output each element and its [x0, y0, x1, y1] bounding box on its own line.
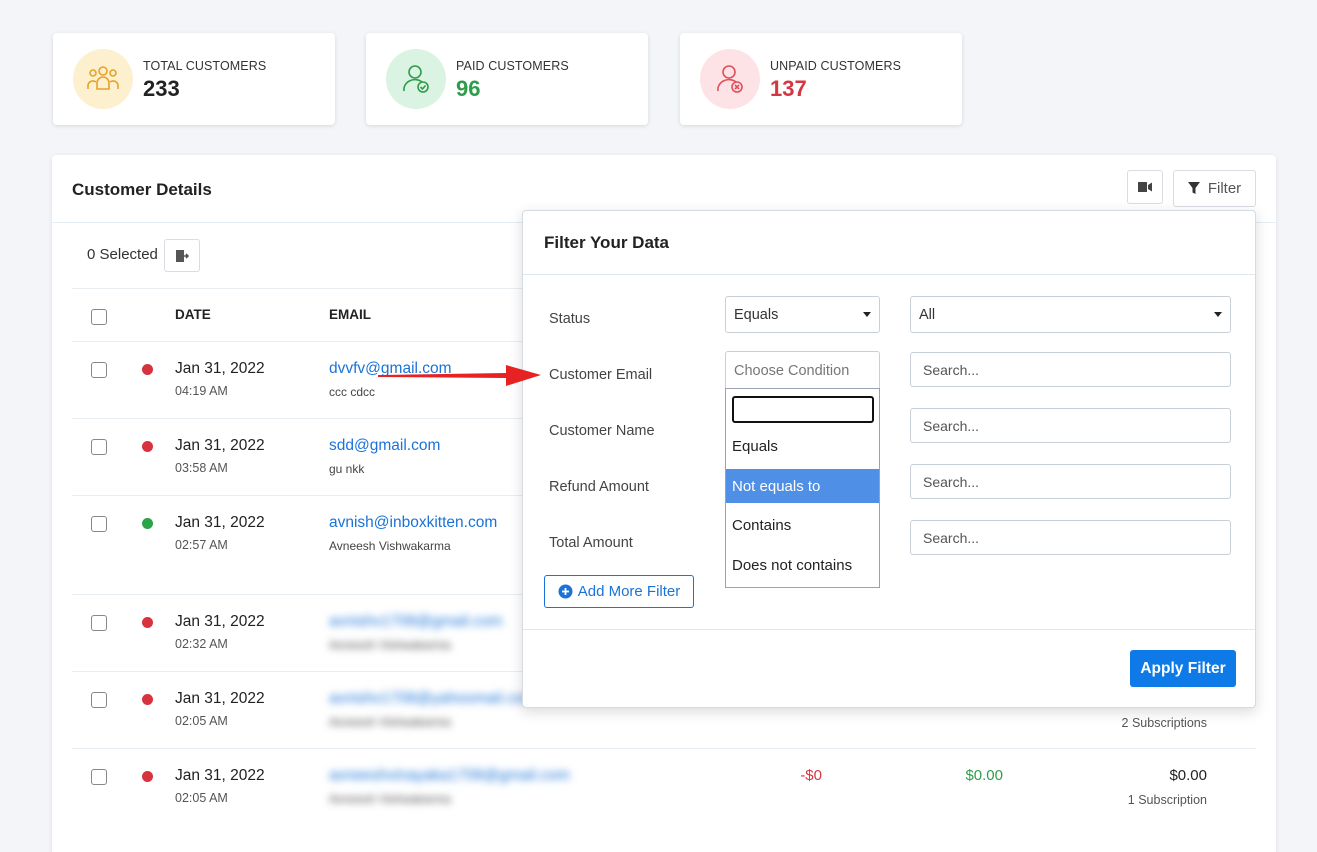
filter-label-status: Status — [549, 311, 591, 327]
row-time: 02:57 AM — [175, 538, 228, 552]
row-date: Jan 31, 2022 — [175, 514, 265, 531]
row-checkbox[interactable] — [91, 692, 107, 708]
selected-count: 0 Selected — [87, 246, 158, 263]
email-condition-select[interactable]: Choose Condition — [725, 351, 880, 389]
row-subscriptions: 1 Subscription — [1127, 793, 1207, 807]
row-name: gu nkk — [329, 462, 365, 476]
column-header-email: EMAIL — [329, 307, 371, 322]
export-icon — [176, 249, 189, 262]
row-date: Jan 31, 2022 — [175, 360, 265, 377]
row-email[interactable]: avnish@inboxkitten.com — [329, 514, 497, 532]
caret-down-icon — [863, 312, 871, 317]
dropdown-option-not-contains[interactable]: Does not contains — [726, 548, 879, 582]
row-checkbox[interactable] — [91, 769, 107, 785]
filter-label-name: Customer Name — [549, 423, 655, 439]
row-checkbox[interactable] — [91, 439, 107, 455]
status-dot — [142, 694, 153, 705]
annotation-arrow-icon — [378, 365, 541, 386]
filter-popover: Filter Your Data Status Equals All Custo… — [522, 210, 1256, 708]
email-condition-placeholder: Choose Condition — [734, 362, 850, 379]
row-name: Avneesh Vishwakarma — [329, 539, 451, 553]
row-name: Avneesh Vishwakarma — [329, 638, 451, 652]
row-name: Avneesh Vishwakarma — [329, 792, 451, 806]
row-email[interactable]: avnishv1708@gmail.com — [329, 613, 502, 631]
dropdown-option-not-equals[interactable]: Not equals to — [726, 469, 879, 503]
stat-card-unpaid: UNPAID CUSTOMERS 137 — [680, 33, 962, 125]
user-check-icon — [386, 49, 446, 109]
row-time: 04:19 AM — [175, 384, 228, 398]
funnel-icon — [1187, 182, 1200, 194]
user-x-icon — [700, 49, 760, 109]
dropdown-option-equals[interactable]: Equals — [726, 429, 879, 463]
row-email[interactable]: avneeshvinayaka1708@gmail.com — [329, 767, 570, 785]
status-dot — [142, 364, 153, 375]
row-name: Avneesh Vishwakarma — [329, 715, 451, 729]
add-more-filter-label: Add More Filter — [577, 583, 681, 600]
row-checkbox[interactable] — [91, 615, 107, 631]
column-header-date: DATE — [175, 307, 211, 322]
filter-label-email: Customer Email — [549, 367, 653, 383]
divider — [72, 748, 1256, 749]
row-date: Jan 31, 2022 — [175, 690, 265, 707]
video-icon — [1138, 182, 1152, 192]
stat-label: TOTAL CUSTOMERS — [143, 59, 267, 73]
export-button[interactable] — [164, 239, 200, 272]
row-total: $0.00 — [1169, 767, 1207, 784]
status-condition-select[interactable]: Equals — [725, 296, 880, 333]
stat-value: 137 — [770, 76, 807, 101]
caret-down-icon — [1214, 312, 1222, 317]
status-dot — [142, 518, 153, 529]
popover-title: Filter Your Data — [544, 233, 670, 252]
row-time: 02:05 AM — [175, 714, 228, 728]
row-email[interactable]: sdd@gmail.com — [329, 437, 440, 455]
row-time: 03:58 AM — [175, 461, 228, 475]
filter-button-label: Filter — [1207, 180, 1242, 197]
status-value: All — [919, 306, 936, 323]
name-search-input[interactable]: Search... — [910, 408, 1231, 443]
row-checkbox[interactable] — [91, 362, 107, 378]
divider — [523, 274, 1255, 275]
row-email[interactable]: avnishv1708@yahoomail.com — [329, 690, 536, 708]
panel-title: Customer Details — [72, 180, 212, 199]
row-checkbox[interactable] — [91, 516, 107, 532]
status-dot — [142, 617, 153, 628]
status-condition-value: Equals — [734, 306, 779, 323]
stat-label: UNPAID CUSTOMERS — [770, 59, 902, 73]
row-date: Jan 31, 2022 — [175, 767, 265, 784]
users-group-icon — [73, 49, 133, 109]
filter-label-refund: Refund Amount — [549, 479, 649, 495]
stat-card-paid: PAID CUSTOMERS 96 — [366, 33, 648, 125]
dropdown-option-contains[interactable]: Contains — [726, 508, 879, 542]
divider — [523, 629, 1255, 630]
status-dot — [142, 441, 153, 452]
row-date: Jan 31, 2022 — [175, 437, 265, 454]
stat-value: 233 — [143, 76, 180, 101]
condition-dropdown: Equals Not equals to Contains Does not c… — [725, 388, 880, 588]
total-search-input[interactable]: Search... — [910, 520, 1231, 555]
row-time: 02:32 AM — [175, 637, 228, 651]
stat-label: PAID CUSTOMERS — [456, 59, 569, 73]
row-subscriptions: 2 Subscriptions — [1121, 716, 1207, 730]
row-time: 02:05 AM — [175, 791, 228, 805]
row-paid: $0.00 — [965, 767, 1003, 784]
filter-label-total: Total Amount — [549, 535, 633, 551]
apply-filter-button[interactable]: Apply Filter — [1130, 650, 1236, 687]
dropdown-search-input[interactable] — [732, 396, 874, 423]
stat-value: 96 — [456, 76, 481, 101]
refund-search-input[interactable]: Search... — [910, 464, 1231, 499]
filter-button[interactable]: Filter — [1173, 170, 1256, 207]
row-name: ccc cdcc — [329, 385, 376, 399]
select-all-checkbox[interactable] — [91, 309, 107, 325]
stat-card-total: TOTAL CUSTOMERS 233 — [53, 33, 335, 125]
status-dot — [142, 771, 153, 782]
row-date: Jan 31, 2022 — [175, 613, 265, 630]
row-refund: -$0 — [800, 767, 822, 784]
status-value-select[interactable]: All — [910, 296, 1231, 333]
plus-circle-icon — [558, 584, 573, 599]
email-search-input[interactable]: Search... — [910, 352, 1231, 387]
video-button[interactable] — [1127, 170, 1163, 204]
add-more-filter-button[interactable]: Add More Filter — [544, 575, 694, 608]
